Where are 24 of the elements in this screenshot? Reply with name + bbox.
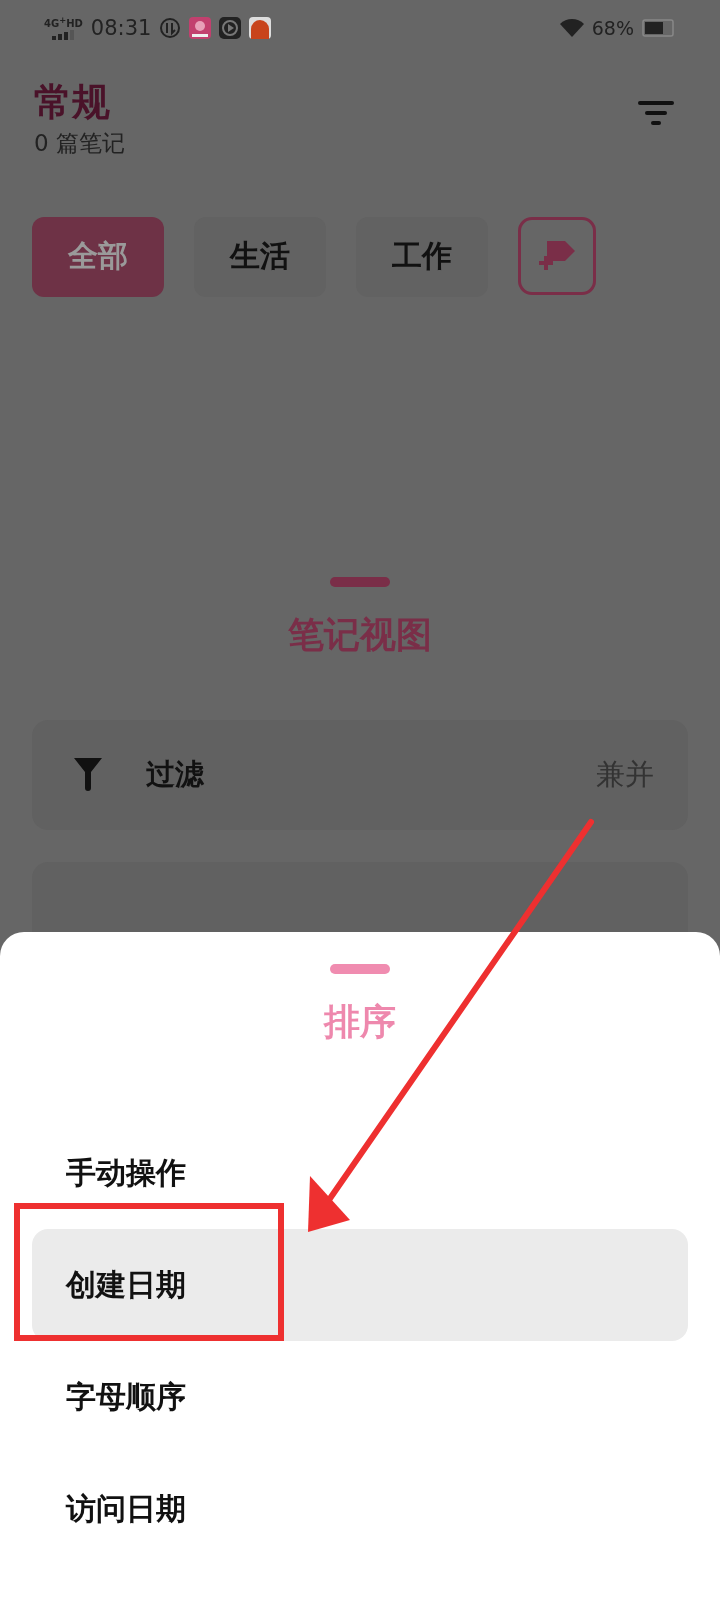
tag-plus-icon bbox=[537, 238, 577, 273]
signal-icon bbox=[52, 29, 75, 40]
play-icon bbox=[219, 17, 242, 39]
network-label: 4G$^{+}$HD bbox=[44, 16, 83, 30]
battery-icon bbox=[642, 19, 676, 37]
sheet-title: 笔记视图 bbox=[288, 612, 432, 657]
add-tag-button[interactable] bbox=[518, 216, 596, 295]
note-count: 0 篇笔记 bbox=[34, 128, 125, 158]
sort-option[interactable]: 手动操作 bbox=[32, 1117, 688, 1229]
sort-option[interactable]: 创建日期 bbox=[32, 1229, 688, 1341]
drag-handle[interactable] bbox=[330, 964, 390, 974]
wifi-icon bbox=[559, 19, 584, 37]
sort-icon[interactable] bbox=[638, 101, 674, 128]
sheet-title: 排序 bbox=[324, 1000, 396, 1044]
app-icon bbox=[189, 17, 212, 39]
drag-handle[interactable] bbox=[330, 576, 390, 587]
speed-circle-icon bbox=[159, 17, 182, 39]
battery-percent: 68% bbox=[591, 17, 634, 39]
sort-option[interactable]: 访问日期 bbox=[32, 1453, 688, 1565]
app-icon bbox=[249, 17, 272, 39]
clock-time: 08:31 bbox=[90, 16, 152, 40]
page-title: 常规 bbox=[34, 80, 111, 126]
filter-icon bbox=[74, 757, 102, 792]
sort-option[interactable]: 字母顺序 bbox=[32, 1341, 688, 1453]
